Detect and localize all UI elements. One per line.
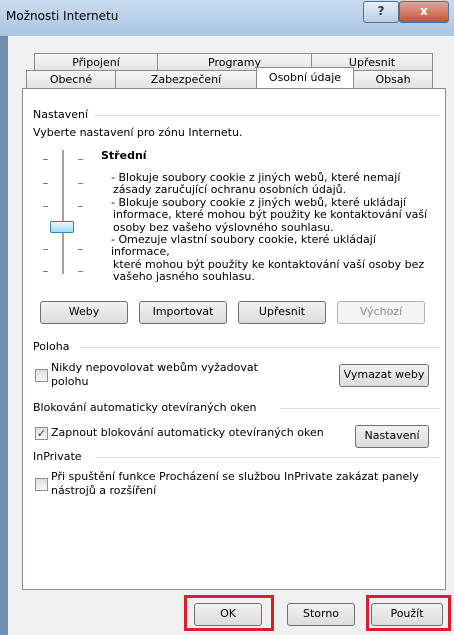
- popup-settings-button[interactable]: Nastavení: [355, 425, 429, 448]
- importovat-button[interactable]: Importovat: [139, 301, 227, 324]
- title-bar: Možnosti Internetu ? x: [0, 0, 454, 36]
- ok-highlight-box: [184, 595, 274, 631]
- location-checkbox[interactable]: [35, 369, 48, 382]
- zone-instruction-text: Vyberte nastavení pro zónu Internetu.: [33, 126, 243, 139]
- nastaveni-separator: [95, 115, 440, 116]
- slider-tick: [43, 249, 48, 250]
- inprivate-checkbox-label: Při spuštění funkce Procházení se službo…: [51, 470, 419, 483]
- window-title: Možnosti Internetu: [6, 9, 119, 23]
- clear-sites-button[interactable]: Vymazat weby: [339, 364, 429, 387]
- tab-panel-osobni-udaje: [22, 88, 446, 590]
- slider-tick: [43, 271, 48, 272]
- slider-tick: [78, 183, 83, 184]
- description-line: - Omezuje vlastní soubory cookie, které …: [111, 233, 376, 259]
- tab-pripojeni[interactable]: Připojení: [34, 53, 158, 71]
- inprivate-checkbox-label-line2: nástrojů a rozšíření: [51, 484, 157, 497]
- slider-tick: [78, 249, 83, 250]
- popup-blocker-checkbox[interactable]: ✓: [35, 427, 48, 440]
- tab-obsah[interactable]: Obsah: [353, 70, 433, 88]
- privacy-slider-thumb[interactable]: [50, 221, 74, 233]
- inprivate-separator: [95, 457, 440, 458]
- slider-tick: [43, 183, 48, 184]
- internet-options-window: Možnosti Internetu ? x Připojení Program…: [0, 0, 454, 635]
- location-checkbox-label-line2: polohu: [51, 375, 89, 388]
- slider-tick: [43, 159, 48, 160]
- slider-tick: [78, 159, 83, 160]
- privacy-level-title: Střední: [101, 149, 147, 162]
- privacy-level-description: - Blokuje soubory cookie z jiných webů, …: [111, 171, 436, 284]
- inprivate-checkbox[interactable]: [35, 478, 48, 491]
- popup-blocker-checkbox-label: Zapnout blokování automaticky otevíranýc…: [51, 426, 324, 439]
- privacy-slider-track[interactable]: [62, 150, 64, 274]
- popup-group-label: Blokování automaticky otevíraných oken: [33, 401, 263, 414]
- location-checkbox-label: Nikdy nepovolovat webům vyžadovat: [51, 361, 258, 374]
- upresnit-button[interactable]: Upřesnit: [238, 301, 326, 324]
- slider-tick: [78, 206, 83, 207]
- tab-obecne[interactable]: Obecné: [26, 70, 116, 88]
- tab-osobni-udaje[interactable]: Osobní údaje: [256, 67, 354, 88]
- pouzit-highlight-box: [366, 595, 451, 631]
- slider-tick: [43, 206, 48, 207]
- inprivate-group-label: InPrivate: [33, 450, 88, 463]
- tab-zabezpeceni[interactable]: Zabezpečení: [115, 70, 257, 88]
- nastaveni-group-label: Nastavení: [33, 108, 95, 121]
- description-line: zásady zaručující ochranu osobních údajů…: [113, 183, 347, 197]
- vychozi-button[interactable]: Výchozí: [337, 301, 425, 324]
- help-button[interactable]: ?: [363, 1, 399, 23]
- description-line: vašeho jasného souhlasu.: [113, 270, 255, 284]
- slider-tick: [78, 271, 83, 272]
- close-button[interactable]: x: [399, 1, 449, 23]
- weby-button[interactable]: Weby: [40, 301, 128, 324]
- poloha-separator: [80, 347, 440, 348]
- popup-separator: [280, 408, 440, 409]
- description-line: informace, které mohou být použity ke ko…: [113, 208, 428, 222]
- poloha-group-label: Poloha: [33, 340, 76, 353]
- storno-button[interactable]: Storno: [287, 603, 355, 626]
